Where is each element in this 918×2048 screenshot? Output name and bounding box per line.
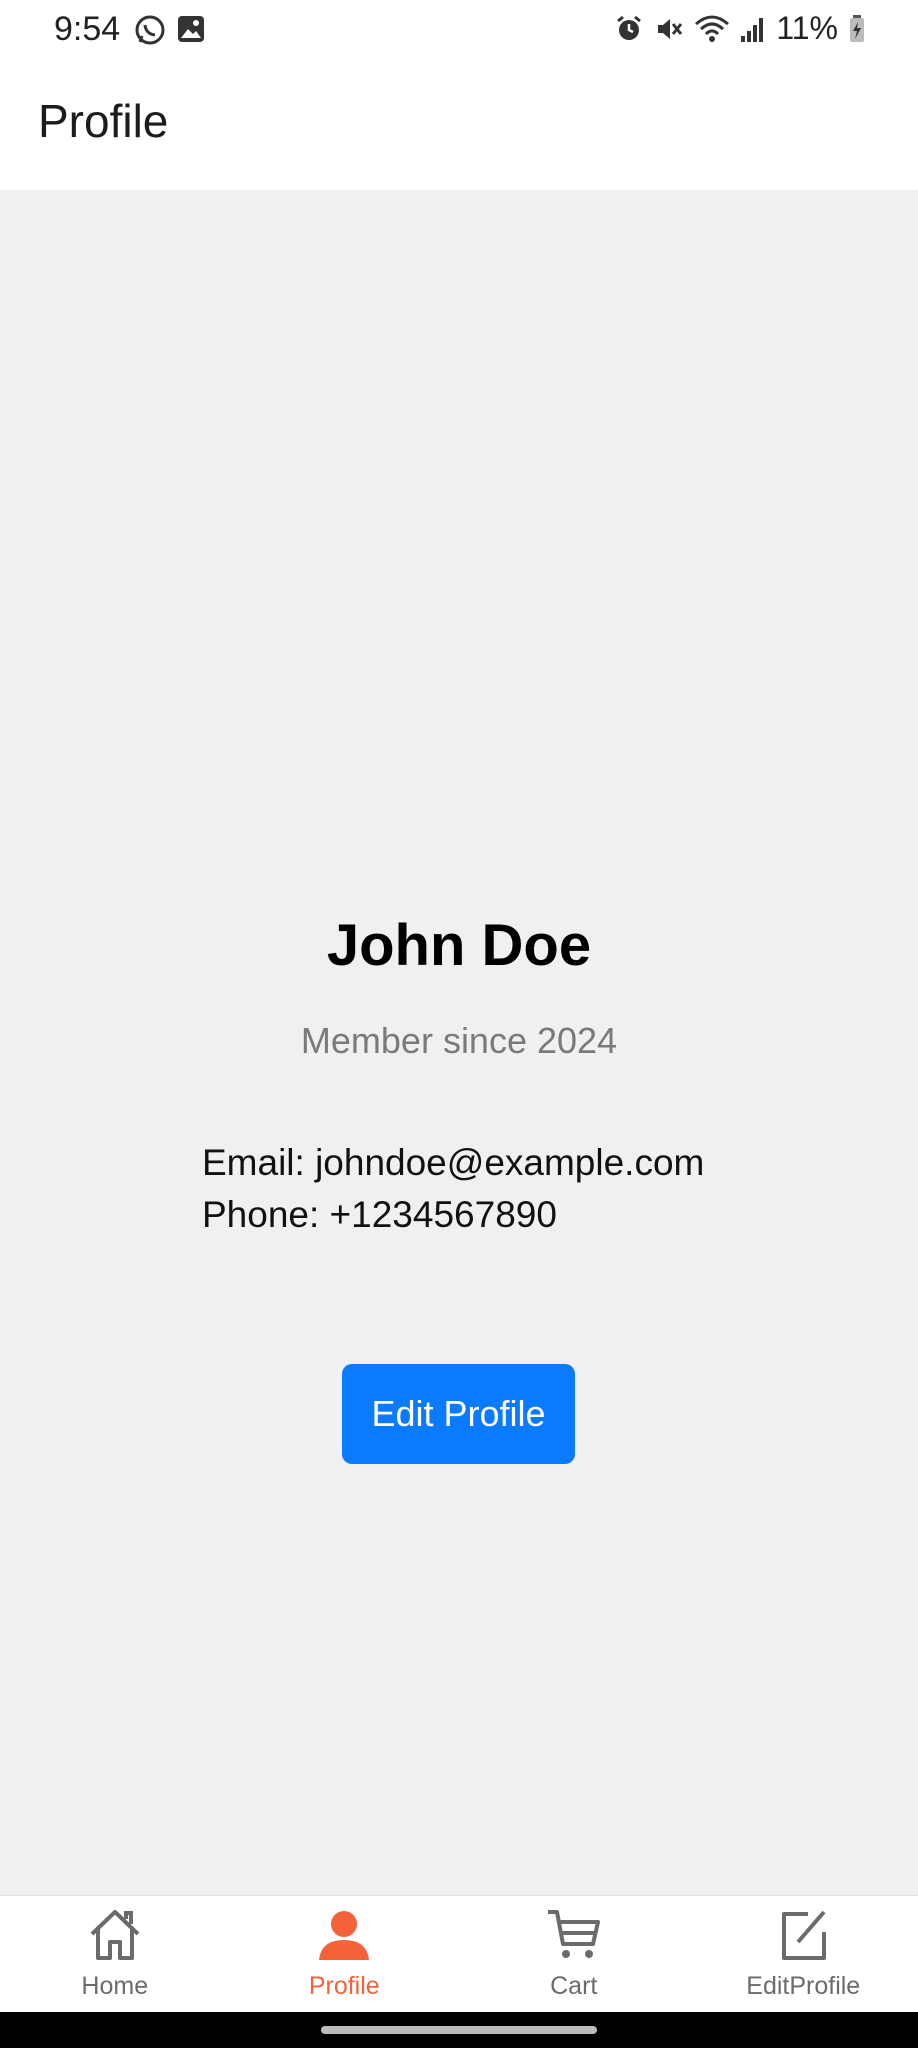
battery-percent: 11% [776,10,838,46]
nav-item-home[interactable]: Home [0,1896,230,2013]
gallery-icon [178,16,204,42]
status-left-icons [134,14,206,46]
alarm-icon [617,15,642,40]
nav-item-cart[interactable]: Cart [459,1896,689,2013]
profile-name: John Doe [326,913,592,978]
status-time: 9:54 [54,10,121,48]
home-gesture-handle[interactable] [321,2026,597,2034]
phone-text: Phone: +1234567890 [202,1194,557,1235]
app-header: Profile [0,62,918,190]
page-title: Profile [38,95,169,147]
mute-icon [658,18,683,39]
edit-profile-button[interactable]: Edit Profile [342,1364,575,1464]
signal-icon [741,17,764,42]
person-icon [319,1911,370,1960]
nav-label-profile: Profile [308,1972,380,2000]
nav-label-editprofile: EditProfile [746,1972,861,2000]
system-nav-bar [0,2012,918,2048]
nav-item-editprofile[interactable]: EditProfile [689,1896,918,2013]
email-text: Email: johndoe@example.com [202,1142,705,1183]
member-since: Member since 2024 [300,1020,618,1061]
edit-icon [782,1910,827,1960]
nav-label-cart: Cart [550,1972,598,2000]
nav-item-profile[interactable]: Profile [230,1896,460,2013]
profile-content: John Doe Member since 2024 Email: johndo… [0,190,918,1895]
wifi-icon [695,15,730,42]
status-right-icons: 11% [614,10,866,47]
bottom-nav: Home Profile Cart EditProfile [0,1895,918,2013]
whatsapp-icon [135,15,165,45]
status-bar: 9:54 11% [0,0,918,62]
home-icon [90,1910,140,1960]
cart-icon [547,1910,600,1958]
nav-label-home: Home [81,1972,149,2000]
battery-charging-icon [850,14,864,42]
